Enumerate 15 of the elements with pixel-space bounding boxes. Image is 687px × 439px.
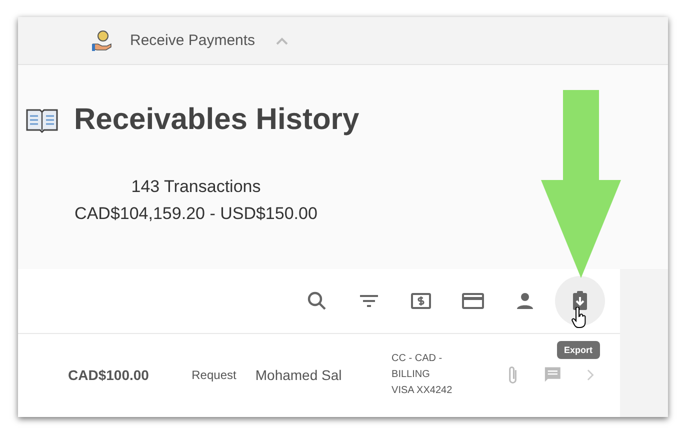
section-title[interactable]: Receive Payments bbox=[130, 32, 256, 49]
page-title: Receivables History bbox=[74, 103, 360, 137]
type-cell-text: Request bbox=[192, 368, 238, 382]
tooltip: Export bbox=[557, 341, 600, 359]
name-cell-text: Mohamed Sal bbox=[255, 367, 343, 383]
payment-detail: BILLING bbox=[392, 368, 431, 382]
payment-detail: CC - CAD - bbox=[392, 352, 444, 366]
hand-coin-icon bbox=[91, 30, 113, 52]
export-button[interactable] bbox=[555, 276, 605, 326]
totals-text: CAD$104,159.20 - USD$150.00 bbox=[74, 203, 318, 225]
payment-detail: VISA XX4242 bbox=[392, 384, 454, 398]
book-icon bbox=[26, 107, 58, 133]
hand-cursor-icon bbox=[571, 307, 587, 329]
amount-cell-text: CAD$100.00 bbox=[68, 367, 150, 383]
transaction-count: 143 Transactions bbox=[131, 176, 261, 198]
